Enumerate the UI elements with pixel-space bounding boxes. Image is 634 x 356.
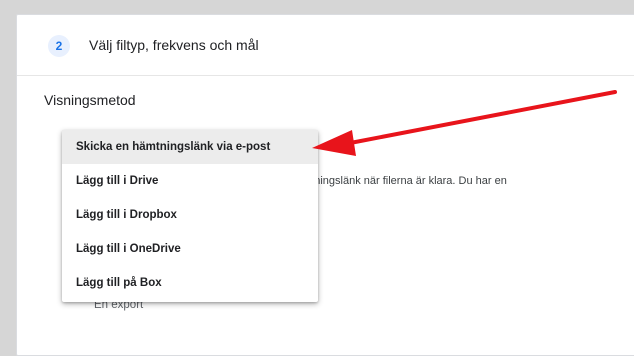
dropdown-option-onedrive[interactable]: Lägg till i OneDrive	[62, 232, 318, 266]
dropdown-option-box[interactable]: Lägg till på Box	[62, 266, 318, 300]
dropdown-option-dropbox[interactable]: Lägg till i Dropbox	[62, 198, 318, 232]
delivery-method-label: Visningsmetod	[44, 92, 136, 108]
step-number-badge: 2	[48, 35, 70, 57]
dropdown-option-drive[interactable]: Lägg till i Drive	[62, 164, 318, 198]
delivery-hint-text: ddningslänk när filerna är klara. Du har…	[302, 175, 507, 187]
step-header: 2 Välj filtyp, frekvens och mål	[17, 15, 634, 76]
dropdown-option-email-link[interactable]: Skicka en hämtningslänk via e-post	[62, 130, 318, 164]
delivery-method-dropdown[interactable]: Skicka en hämtningslänk via e-post Lägg …	[62, 130, 318, 302]
step-title: Välj filtyp, frekvens och mål	[89, 37, 259, 53]
